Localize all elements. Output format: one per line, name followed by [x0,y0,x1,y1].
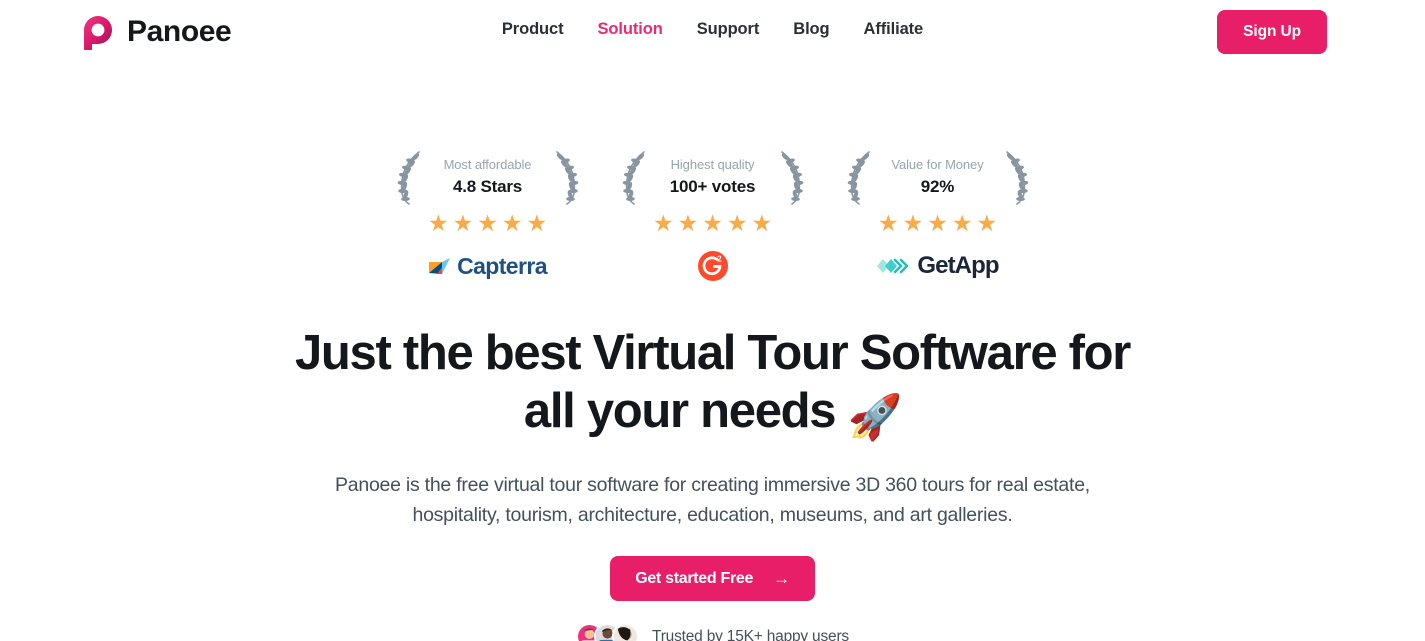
g2-logo-icon: 2 [697,251,729,281]
badge-text-group: Value for Money 92% [884,156,992,199]
cta-container: Get started Free → [0,556,1425,602]
review-badge-getapp: Value for Money 92% ★ ★ ★ ★ ★ GetApp [825,148,1050,281]
badge-star-rating: ★ ★ ★ ★ ★ [428,212,547,235]
nav-item-support[interactable]: Support [697,20,760,39]
badge-value: 92% [920,176,955,196]
site-header: Panoee Product Solution Support Blog Aff… [0,0,1425,64]
badge-caption: Value for Money [891,156,984,172]
badge-star-rating: ★ ★ ★ ★ ★ [653,212,772,235]
laurel-right-icon [550,149,582,205]
badge-text-group: Most affordable 4.8 Stars [434,156,542,199]
badge-text-group: Highest quality 100+ votes [659,156,767,199]
arrow-right-icon: → [773,569,790,589]
nav-item-blog[interactable]: Blog [793,20,829,39]
laurel-left-icon [844,149,876,205]
avatar-group [576,623,640,641]
nav-item-product[interactable]: Product [502,20,564,39]
hero-title-line-2: your needs [586,383,837,438]
laurel-wreath-group: Value for Money 92% [844,148,1032,206]
badge-star-rating: ★ ★ ★ ★ ★ [878,212,997,235]
star-icon: ★ [452,210,474,236]
nav-item-affiliate[interactable]: Affiliate [864,20,924,39]
star-icon: ★ [902,210,924,236]
main-navigation: Product Solution Support Blog Affiliate [0,20,1425,39]
trust-indicator: Trusted by 15K+ happy users [0,623,1425,641]
badge-value: 100+ votes [669,176,756,196]
review-badges: Most affordable 4.8 Stars ★ ★ ★ ★ ★ Capt… [0,148,1425,281]
star-icon: ★ [751,210,773,236]
sign-up-button[interactable]: Sign Up [1217,10,1327,54]
trust-text: Trusted by 15K+ happy users [652,627,849,641]
badge-value: 4.8 Stars [452,176,523,196]
laurel-left-icon [619,149,651,205]
cta-label: Get started Free [635,569,754,587]
star-icon: ★ [501,210,523,236]
review-badge-capterra: Most affordable 4.8 Stars ★ ★ ★ ★ ★ Capt… [375,148,600,281]
nav-item-solution[interactable]: Solution [598,20,663,39]
laurel-wreath-group: Most affordable 4.8 Stars [394,148,582,206]
star-icon: ★ [976,210,998,236]
badge-caption: Highest quality [670,156,755,172]
star-icon: ★ [427,210,449,236]
star-icon: ★ [877,210,899,236]
laurel-wreath-group: Highest quality 100+ votes [619,148,807,206]
star-icon: ★ [927,210,948,236]
rocket-emoji-icon: 🚀 [847,392,903,442]
laurel-left-icon [394,149,426,205]
star-icon: ★ [652,210,674,236]
laurel-right-icon [775,149,807,205]
star-icon: ★ [526,210,548,236]
star-icon: ★ [477,210,498,236]
star-icon: ★ [702,210,723,236]
capterra-logo-icon: Capterra [428,251,547,281]
hero-subtitle: Panoee is the free virtual tour software… [335,473,1090,526]
star-icon: ★ [677,210,699,236]
review-badge-g2: Highest quality 100+ votes ★ ★ ★ ★ ★ 2 [600,148,825,281]
badge-caption: Most affordable [443,156,532,172]
get-started-free-button[interactable]: Get started Free → [610,556,815,602]
svg-text:2: 2 [717,254,722,264]
star-icon: ★ [951,210,973,236]
getapp-logo-icon: GetApp [876,251,1000,281]
capterra-wordmark: Capterra [457,252,547,279]
star-icon: ★ [726,210,748,236]
hero-section: Just the best Virtual Tour Software for … [0,325,1425,641]
getapp-wordmark: GetApp [917,252,999,279]
avatar [612,623,640,641]
page-title: Just the best Virtual Tour Software for … [273,325,1153,444]
laurel-right-icon [1000,149,1032,205]
